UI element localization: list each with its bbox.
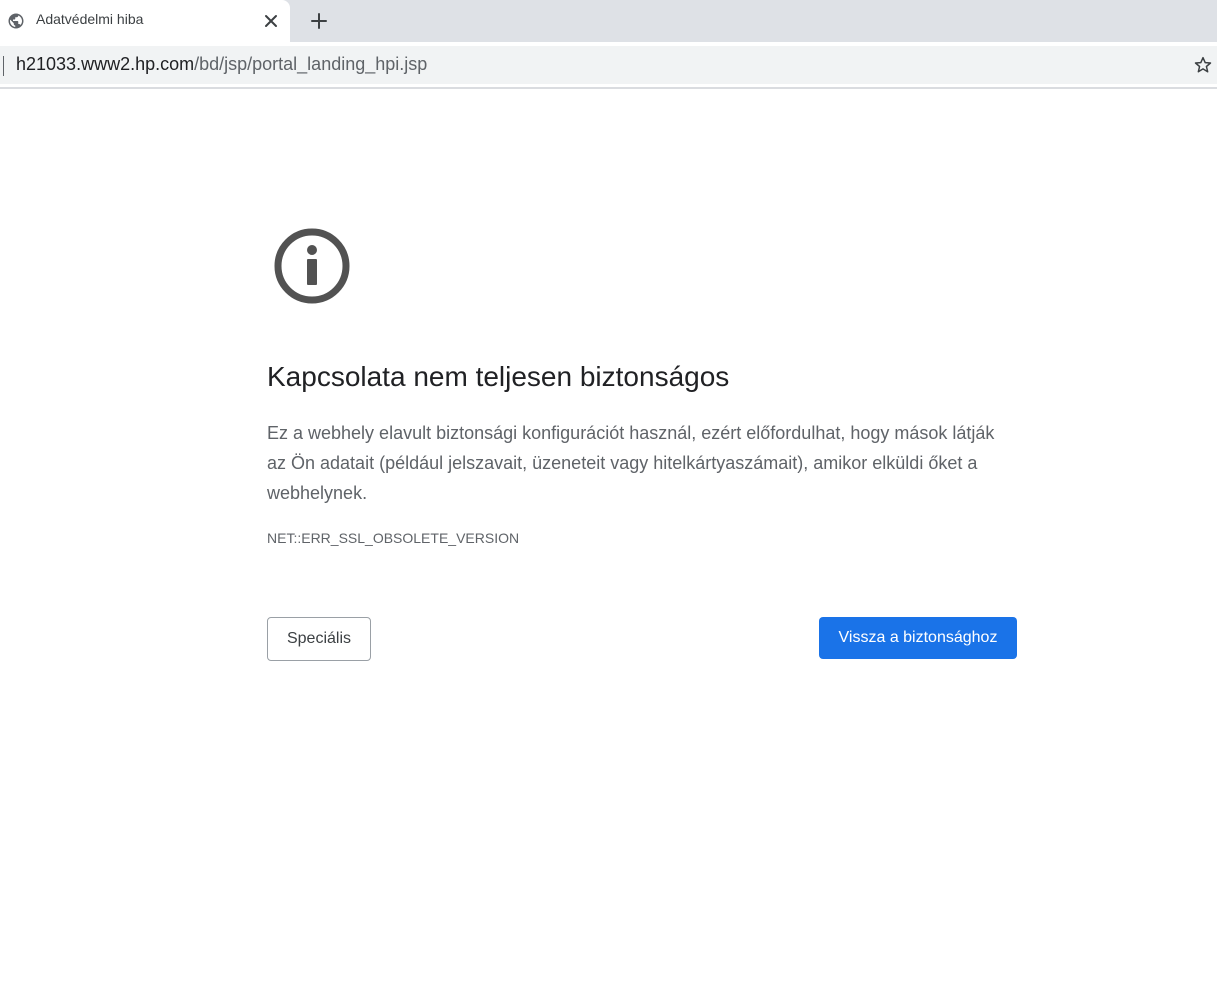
- plus-icon[interactable]: [307, 9, 331, 33]
- url-path: /bd/jsp/portal_landing_hpi.jsp: [194, 54, 428, 74]
- text-caret: [3, 56, 4, 76]
- tab-title: Adatvédelmi hiba: [36, 11, 144, 27]
- error-code: NET::ERR_SSL_OBSOLETE_VERSION: [267, 530, 520, 546]
- url-host: h21033.www2.hp.com: [16, 54, 195, 74]
- page-title: Kapcsolata nem teljesen biztonságos: [267, 361, 730, 392]
- globe-icon: [8, 13, 24, 29]
- advanced-button[interactable]: Speciális: [267, 617, 371, 661]
- info-icon: [274, 228, 350, 304]
- browser-toolbar: h21033.www2.hp.com/bd/jsp/portal_landing…: [0, 42, 1217, 88]
- url-text[interactable]: h21033.www2.hp.com/bd/jsp/portal_landing…: [16, 54, 427, 75]
- tab-strip: Adatvédelmi hiba: [0, 0, 1217, 42]
- toolbar-divider: [0, 87, 1217, 89]
- address-bar[interactable]: h21033.www2.hp.com/bd/jsp/portal_landing…: [0, 46, 1217, 84]
- back-to-safety-button[interactable]: Vissza a biztonsághoz: [819, 617, 1017, 659]
- error-description: Ez a webhely elavult biztonsági konfigur…: [267, 423, 995, 503]
- browser-tab[interactable]: Adatvédelmi hiba: [0, 0, 290, 42]
- star-icon[interactable]: [1193, 55, 1213, 75]
- close-icon[interactable]: [262, 12, 280, 30]
